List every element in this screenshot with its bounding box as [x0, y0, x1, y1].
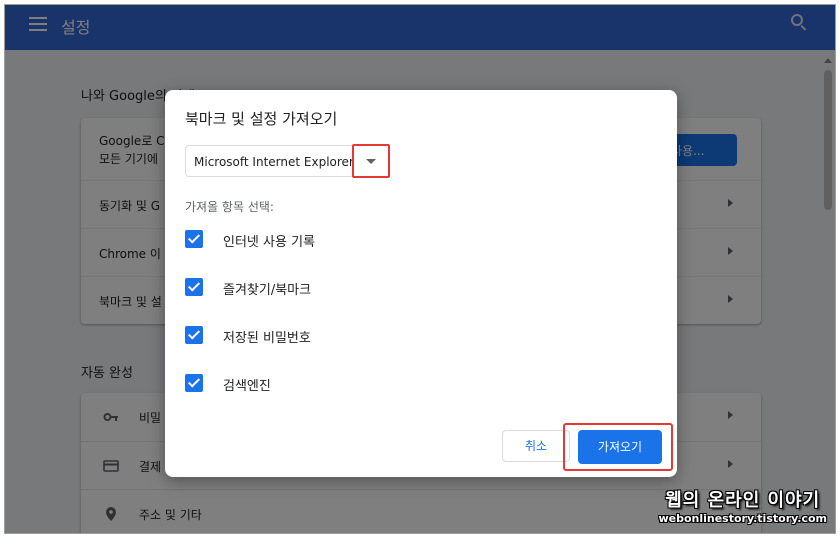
checkbox-label: 검색엔진	[223, 379, 271, 394]
chevron-down-icon	[366, 159, 376, 164]
screenshot-frame: 설정 나와 Google의 관계 Google로 C 모든 기기에 사용... …	[4, 4, 836, 534]
browser-dropdown-button[interactable]	[352, 144, 390, 178]
watermark-title: 웹의 온라인 이야기	[665, 490, 821, 511]
watermark: 웹의 온라인 이야기 webonlinestory.tistory.com	[658, 486, 827, 525]
checkbox-label: 인터넷 사용 기록	[223, 235, 315, 250]
checkbox-icon[interactable]	[185, 230, 203, 248]
watermark-url: webonlinestory.tistory.com	[658, 512, 827, 525]
checkbox-icon[interactable]	[185, 278, 203, 296]
browser-select-value: Microsoft Internet Explorer	[194, 155, 354, 169]
checkbox-label: 저장된 비밀번호	[223, 331, 311, 346]
items-label: 가져올 항목 선택:	[185, 200, 274, 214]
dialog-title: 북마크 및 설정 가져오기	[185, 110, 338, 128]
checkbox-icon[interactable]	[185, 374, 203, 392]
import-button[interactable]: 가져오기	[578, 430, 662, 464]
cancel-button[interactable]: 취소	[502, 430, 570, 462]
checkbox-label: 즐겨찾기/북마크	[223, 283, 312, 298]
checkbox-icon[interactable]	[185, 326, 203, 344]
import-dialog: 북마크 및 설정 가져오기 Microsoft Internet Explore…	[165, 90, 677, 477]
